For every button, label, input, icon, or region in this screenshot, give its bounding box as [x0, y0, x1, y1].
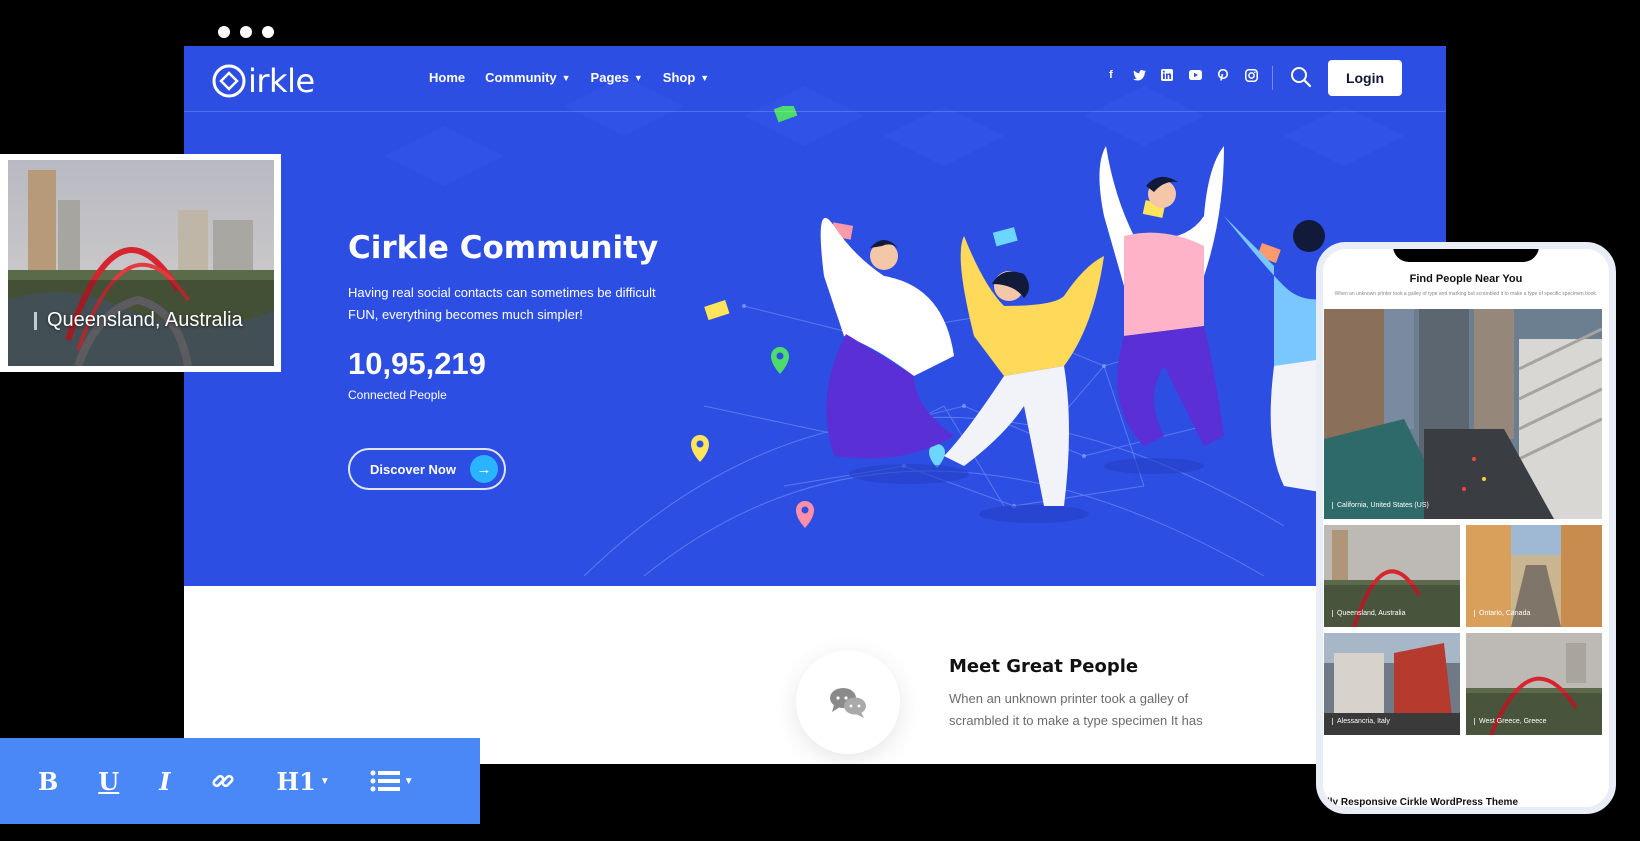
location-grid: Queensland, Australia Ontario, Canada Al…	[1324, 525, 1602, 735]
menu-item-label: Pages	[590, 70, 629, 85]
caption-divider	[1474, 718, 1475, 725]
arrow-right-icon: →	[470, 455, 498, 483]
facebook-icon[interactable]: f	[1104, 68, 1118, 82]
menu-item-label: Community	[485, 70, 557, 85]
underline-button[interactable]: U	[98, 767, 119, 796]
mobile-preview: Find People Near You When an unknown pri…	[1316, 242, 1616, 814]
phone-section-subtitle: When an unknown printer took a galley of…	[1334, 291, 1598, 297]
search-button[interactable]	[1290, 66, 1312, 88]
nav-divider	[1272, 66, 1273, 90]
menu-item-label: Shop	[662, 70, 696, 85]
chevron-down-icon: ▼	[700, 72, 710, 83]
menu-item-home[interactable]: Home	[429, 70, 465, 85]
hero-description: Having real social contacts can sometime…	[348, 285, 656, 322]
main-menu: Home Community ▼ Pages ▼ Shop ▼	[429, 70, 709, 85]
location-image-card[interactable]: Queensland, Australia	[0, 154, 281, 372]
featured-caption: California, United States (US)	[1332, 502, 1429, 509]
chevron-down-icon: ▼	[403, 775, 414, 787]
link-icon	[212, 774, 235, 788]
feature-title: Meet Great People	[949, 656, 1139, 677]
bold-button[interactable]: B	[38, 767, 58, 796]
connected-people-count: 10,95,219	[348, 346, 486, 381]
social-links: f	[1104, 68, 1258, 82]
menu-item-shop[interactable]: Shop ▼	[663, 70, 709, 85]
location-card[interactable]: Queensland, Australia	[1324, 525, 1460, 627]
window-dot-3[interactable]	[262, 26, 274, 38]
caption-divider	[1332, 610, 1333, 617]
logo-icon	[212, 64, 246, 98]
location-caption-text: Queensland, Australia	[47, 309, 243, 331]
location-caption-text: Ontario, Canada	[1479, 610, 1531, 617]
logo[interactable]: irkle	[212, 62, 315, 100]
top-navigation: irkle Home Community ▼ Pages ▼ Shop ▼ f …	[184, 46, 1446, 112]
menu-item-pages[interactable]: Pages ▼	[591, 70, 643, 85]
location-card[interactable]: Alessancria, Italy	[1324, 633, 1460, 735]
hero-section: irkle Home Community ▼ Pages ▼ Shop ▼ f …	[184, 46, 1446, 586]
chat-bubbles-icon	[830, 688, 866, 718]
link-button[interactable]	[210, 768, 236, 794]
connected-people-label: Connected People	[348, 388, 447, 402]
discover-now-label: Discover Now	[370, 461, 456, 477]
browser-window: irkle Home Community ▼ Pages ▼ Shop ▼ f …	[184, 46, 1446, 764]
hero-title: Cirkle Community	[348, 230, 659, 266]
youtube-icon[interactable]	[1188, 68, 1202, 82]
italic-button[interactable]: I	[159, 767, 170, 796]
menu-item-label: Home	[429, 70, 466, 85]
caption-divider	[1474, 610, 1475, 617]
phone-notch	[1393, 249, 1539, 262]
location-caption-text: West Greece, Greece	[1479, 718, 1547, 725]
bullet-list-icon	[370, 770, 400, 792]
featured-location-card[interactable]: California, United States (US)	[1324, 309, 1602, 519]
window-dot-1[interactable]	[218, 26, 230, 38]
featured-caption-text: California, United States (US)	[1337, 502, 1429, 509]
chevron-down-icon: ▼	[633, 72, 643, 83]
instagram-icon[interactable]	[1244, 68, 1258, 82]
location-caption: West Greece, Greece	[1474, 718, 1547, 725]
menu-item-community[interactable]: Community ▼	[485, 70, 570, 85]
location-caption: Queensland, Australia	[34, 309, 243, 332]
twitter-icon[interactable]	[1132, 68, 1146, 82]
location-caption-text: Queensland, Australia	[1337, 610, 1406, 617]
pinterest-icon[interactable]	[1216, 68, 1230, 82]
location-card[interactable]: West Greece, Greece	[1466, 633, 1602, 735]
list-button[interactable]: ▼	[370, 769, 414, 793]
text-format-toolbar: B U I H1 ▼ ▼	[0, 738, 480, 824]
caption-divider	[34, 311, 37, 330]
discover-now-button[interactable]: Discover Now →	[348, 448, 506, 490]
chevron-down-icon: ▼	[561, 72, 571, 83]
feature-description: When an unknown printer took a galley of…	[949, 691, 1203, 728]
location-caption: Queensland, Australia	[1332, 610, 1406, 617]
phone-footer-text: lly Responsive Cirkle WordPress Theme	[1327, 797, 1519, 808]
location-caption-text: Alessancria, Italy	[1337, 718, 1390, 725]
location-photo: Queensland, Australia	[8, 160, 274, 366]
caption-divider	[1332, 502, 1333, 509]
showcase-stage: irkle Home Community ▼ Pages ▼ Shop ▼ f …	[0, 0, 1640, 841]
phone-section-title: Find People Near You	[1409, 273, 1523, 285]
location-caption: Ontario, Canada	[1474, 610, 1530, 617]
chevron-down-icon: ▼	[319, 775, 330, 787]
linkedin-icon[interactable]	[1160, 68, 1174, 82]
heading-label: H1	[276, 766, 316, 796]
chat-feature-badge	[796, 650, 900, 754]
caption-divider	[1332, 718, 1333, 725]
logo-text: irkle	[248, 62, 315, 100]
login-button[interactable]: Login	[1328, 60, 1402, 96]
window-controls	[218, 26, 274, 38]
window-dot-2[interactable]	[240, 26, 252, 38]
location-card[interactable]: Ontario, Canada	[1466, 525, 1602, 627]
location-caption: Alessancria, Italy	[1332, 718, 1390, 725]
search-icon	[1291, 67, 1312, 88]
heading-button[interactable]: H1 ▼	[276, 767, 329, 796]
